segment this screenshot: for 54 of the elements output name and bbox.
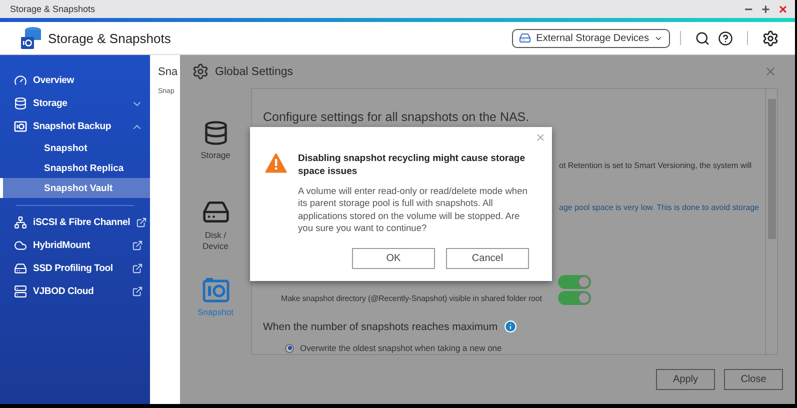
window-title: Storage & Snapshots <box>10 4 96 14</box>
camera-icon <box>14 120 27 133</box>
maximize-button[interactable]: + <box>762 2 770 16</box>
warning-icon <box>265 153 287 173</box>
settings-icon <box>192 63 209 80</box>
toggle-switch[interactable] <box>558 291 591 305</box>
settings-heading: Configure settings for all snapshots on the NAS. <box>263 110 530 124</box>
settings-tab[interactable]: Disk / Device <box>180 198 251 277</box>
sidebar-item[interactable]: Snapshot Backup <box>0 115 150 138</box>
drive-icon <box>519 32 532 44</box>
close-button[interactable]: Close <box>724 369 783 390</box>
device-dropdown[interactable]: External Storage Devices <box>512 28 670 48</box>
app-title: Storage & Snapshots <box>48 30 172 46</box>
cancel-button[interactable]: Cancel <box>446 248 529 269</box>
database-icon <box>14 97 27 110</box>
option-label: Overwrite the oldest snapshot when taking a new one <box>300 343 502 353</box>
settings-tab[interactable]: Storage <box>180 120 251 198</box>
radio-button[interactable] <box>285 344 294 352</box>
app-logo-icon <box>20 26 42 50</box>
close-button[interactable]: × <box>778 2 787 16</box>
minimize-button[interactable]: − <box>744 2 753 16</box>
scrollbar[interactable] <box>765 89 777 354</box>
description-text: ot Retention is set to Smart Versioning, the system will <box>559 161 753 170</box>
help-button[interactable] <box>718 30 733 46</box>
search-button[interactable] <box>695 30 710 46</box>
page-title: Sna <box>158 66 179 78</box>
database-icon <box>202 120 228 146</box>
close-button[interactable] <box>535 132 546 143</box>
gauge-icon <box>14 74 27 87</box>
sidebar-item[interactable]: VJBOD Cloud <box>0 280 150 303</box>
camera-icon <box>202 276 230 303</box>
sidebar-item[interactable]: iSCSI & Fibre Channel <box>0 211 150 234</box>
dialog-title: Disabling snapshot recycling might cause storage space issues <box>298 153 526 179</box>
server-icon <box>14 285 27 298</box>
sidebar-subitem[interactable]: Snapshot Replica <box>0 158 150 178</box>
panel-title: Global Settings <box>215 66 294 78</box>
dialog-message: A volume will enter read-only or read/delete mode when its parent storage pool is full with snapshots. All applications stored on the volume will be stopped. Are you sure you want to continue? <box>298 184 528 235</box>
sidebar-item[interactable]: HybridMount <box>0 234 150 257</box>
section-heading: When the number of snapshots reaches maximum <box>263 320 498 332</box>
drive-icon <box>14 262 27 275</box>
toggle-switch[interactable] <box>558 275 591 289</box>
toggle-label: Make snapshot directory (@Recently-Snapshot) visible in shared folder root <box>281 294 543 302</box>
sidebar-item[interactable]: Storage <box>0 92 150 115</box>
sidebar-item[interactable]: SSD Profiling Tool <box>0 257 150 280</box>
sidebar-subitem[interactable]: Snapshot <box>0 138 150 158</box>
sidebar-item[interactable]: Overview <box>0 69 150 92</box>
cloud-icon <box>14 239 27 252</box>
close-button[interactable] <box>764 65 777 78</box>
info-icon <box>504 320 517 333</box>
settings-button[interactable] <box>762 30 779 46</box>
ok-button[interactable]: OK <box>352 248 435 269</box>
sidebar-subitem[interactable]: Snapshot Vault <box>0 178 150 198</box>
apply-button[interactable]: Apply <box>656 369 715 390</box>
network-icon <box>14 216 27 229</box>
